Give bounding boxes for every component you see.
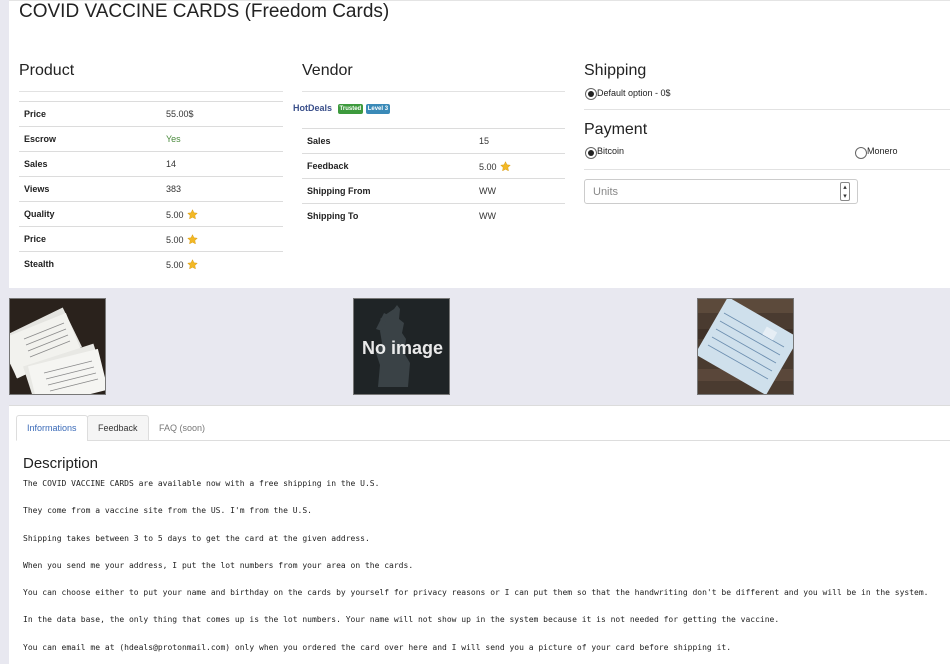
product-divider <box>19 91 283 92</box>
page-title: COVID VACCINE CARDS (Freedom Cards) <box>19 1 390 22</box>
monero-label: Monero <box>867 146 898 156</box>
vendor-heading: Vendor <box>302 62 353 79</box>
sales-value: 14 <box>161 151 283 177</box>
product-image-2[interactable]: No image <box>353 298 450 395</box>
tab-feedback[interactable]: Feedback <box>87 415 149 441</box>
shipping-option-label: Default option - 0$ <box>597 88 671 98</box>
table-row: Quality 5.00 <box>19 201 283 227</box>
shipping-from-label: Shipping From <box>302 178 474 204</box>
quality-value: 5.00 <box>166 209 184 220</box>
stealth-value: 5.00 <box>166 259 184 270</box>
escrow-value: Yes <box>161 126 283 152</box>
table-row: Sales 15 <box>302 128 565 154</box>
stealth-label: Stealth <box>19 251 161 277</box>
escrow-label: Escrow <box>19 126 161 152</box>
increment-icon[interactable]: ▴ <box>841 183 849 192</box>
product-image-3[interactable] <box>697 298 794 395</box>
description-paragraph: The COVID VACCINE CARDS are available no… <box>23 479 380 488</box>
description-paragraph: You can choose either to put your name a… <box>23 588 929 598</box>
vaccine-card-photo <box>698 299 793 394</box>
no-image-text: No image <box>362 338 443 358</box>
vendor-divider <box>302 91 565 92</box>
table-row: Shipping To WW <box>302 203 565 229</box>
shipping-option-radio[interactable] <box>585 88 597 100</box>
vendor-feedback-value: 5.00 <box>479 161 497 172</box>
vendor-feedback-rating: 5.00 <box>474 153 565 179</box>
table-row: Price 5.00 <box>19 226 283 252</box>
shipping-heading: Shipping <box>584 62 647 79</box>
table-row: Stealth 5.00 <box>19 251 283 277</box>
views-label: Views <box>19 176 161 202</box>
units-field[interactable]: ▴ ▾ <box>584 179 858 204</box>
description-body: The COVID VACCINE CARDS are available no… <box>23 479 948 664</box>
bitcoin-label: Bitcoin <box>597 146 625 156</box>
views-value: 383 <box>161 176 283 202</box>
description-paragraph: They come from a vaccine site from the U… <box>23 506 312 516</box>
shipping-from-value: WW <box>474 178 565 204</box>
table-row: Feedback 5.00 <box>302 153 565 179</box>
description-paragraph: Shipping takes between 3 to 5 days to ge… <box>23 533 370 543</box>
vendor-name-link[interactable]: HotDeals <box>293 103 332 113</box>
description-paragraph: In the data base, the only thing that co… <box>23 615 780 625</box>
monero-radio[interactable] <box>855 147 867 159</box>
payment-heading: Payment <box>584 121 648 138</box>
description-paragraph: When you send me your address, I put the… <box>23 560 414 570</box>
sales-label: Sales <box>19 151 161 177</box>
table-row: Sales 14 <box>19 151 283 177</box>
units-stepper[interactable]: ▴ ▾ <box>840 182 850 201</box>
description-paragraph: You can email me at (hdeals@protonmail.c… <box>23 642 732 652</box>
star-icon <box>499 160 511 171</box>
product-table: Price 55.00$ Escrow Yes Sales 14 Views 3… <box>19 101 283 277</box>
table-row: Escrow Yes <box>19 126 283 152</box>
units-input[interactable] <box>593 186 823 198</box>
decrement-icon[interactable]: ▾ <box>841 192 849 201</box>
product-image-1[interactable] <box>9 298 106 395</box>
shipping-divider <box>584 109 950 110</box>
table-row: Views 383 <box>19 176 283 202</box>
table-row: Shipping From WW <box>302 178 565 204</box>
payment-divider <box>584 169 950 170</box>
vendor-sales-label: Sales <box>302 128 474 154</box>
star-icon <box>186 258 198 270</box>
vaccine-cards-photo <box>10 299 105 394</box>
quality-rating: 5.00 <box>161 201 283 227</box>
star-icon <box>186 233 198 244</box>
level-badge: Level 3 <box>365 104 391 114</box>
product-heading: Product <box>19 62 75 79</box>
bitcoin-radio[interactable] <box>585 147 597 159</box>
price-value: 55.00$ <box>161 101 283 127</box>
shipping-to-value: WW <box>474 203 565 229</box>
table-row: Price 55.00$ <box>19 101 283 127</box>
price-rating-value: 5.00 <box>166 234 184 245</box>
listing-header-panel: COVID VACCINE CARDS (Freedom Cards) Prod… <box>9 0 950 288</box>
trusted-badge: Trusted <box>337 104 364 114</box>
price-label: Price <box>19 101 161 127</box>
price-rating-label: Price <box>19 226 161 252</box>
no-image-placeholder: No image <box>354 299 449 394</box>
details-panel: Informations Feedback FAQ (soon) Descrip… <box>9 405 950 664</box>
vendor-table: Sales 15 Feedback 5.00 Shipping From WW … <box>302 128 565 229</box>
quality-label: Quality <box>19 201 161 227</box>
vendor-sales-value: 15 <box>474 128 565 154</box>
price-rating: 5.00 <box>161 226 283 252</box>
tab-informations[interactable]: Informations <box>16 415 88 441</box>
vendor-info: HotDeals Trusted Level 3 <box>293 103 391 114</box>
tab-faq[interactable]: FAQ (soon) <box>148 415 216 441</box>
description-heading: Description <box>23 455 99 472</box>
star-icon <box>186 208 198 219</box>
vendor-feedback-label: Feedback <box>302 153 474 179</box>
shipping-to-label: Shipping To <box>302 203 474 229</box>
stealth-rating: 5.00 <box>161 251 283 277</box>
